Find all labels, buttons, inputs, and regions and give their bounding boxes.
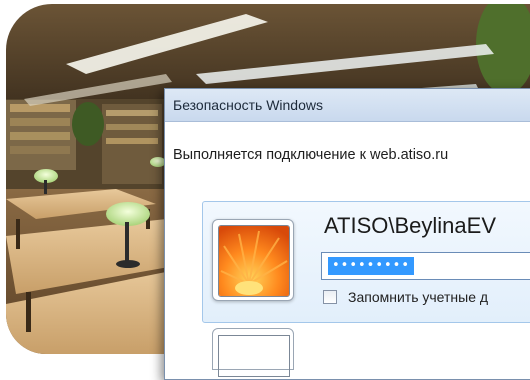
password-selected-text: ••••••••• bbox=[328, 257, 415, 275]
second-user-tile[interactable] bbox=[212, 328, 294, 377]
password-field[interactable]: ••••••••• bbox=[321, 252, 530, 280]
user-tile bbox=[212, 219, 294, 301]
remember-credentials-label: Запомнить учетные д bbox=[348, 289, 489, 305]
dialog-title: Безопасность Windows bbox=[173, 97, 323, 113]
connect-message: Выполняется подключение к web.atiso.ru bbox=[173, 147, 449, 163]
checkbox-icon[interactable] bbox=[323, 290, 337, 304]
blank-user-icon bbox=[218, 335, 290, 377]
orange-flower-user-icon bbox=[218, 225, 290, 297]
username-label: ATISO\BeylinaEV bbox=[324, 213, 496, 238]
remember-credentials-row[interactable]: Запомнить учетные д bbox=[323, 289, 488, 305]
dialog-titlebar[interactable]: Безопасность Windows bbox=[165, 89, 530, 122]
